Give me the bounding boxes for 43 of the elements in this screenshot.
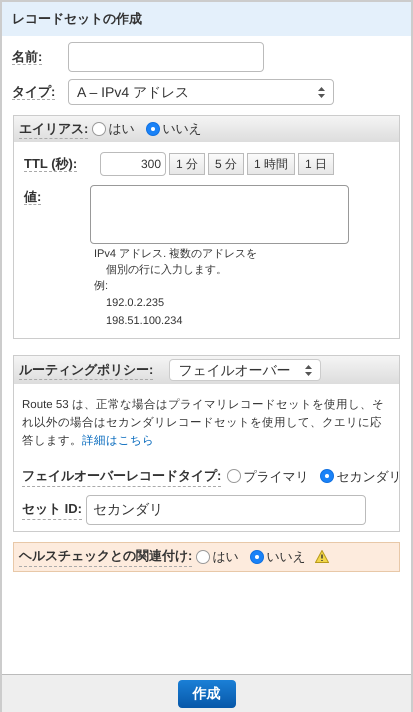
learn-more-link[interactable]: 詳細はこちら <box>82 435 154 447</box>
field-label: フェイルオーバーレコードタイプ: <box>22 466 222 486</box>
radio-label: いいえ <box>162 120 202 138</box>
field-label: タイプ: <box>12 84 56 100</box>
field-label: ルーティングポリシー: <box>19 360 154 380</box>
radio-label: はい <box>108 120 134 138</box>
radio-button[interactable] <box>320 469 334 484</box>
set-id-input[interactable]: セカンダリ <box>86 494 366 524</box>
ttl-preset-button[interactable]: 1 日 <box>298 153 334 175</box>
ttl-preset-button[interactable]: 1 分 <box>169 153 206 175</box>
ttl-preset-button[interactable]: 1 時間 <box>247 153 296 175</box>
example-value: 198.51.100.234 <box>105 314 184 329</box>
field-label: セット ID: <box>22 499 82 520</box>
radio-label: はい <box>212 548 238 566</box>
help-text: 個別の行に入力します。 <box>105 263 228 278</box>
warning-icon <box>315 550 330 563</box>
example-label: 例: <box>94 279 110 294</box>
routing-select[interactable]: フェイルオーバー <box>169 359 322 381</box>
dialog-title: レコードセットの作成 <box>12 11 142 26</box>
radio-button[interactable] <box>227 469 242 484</box>
radio-label: プライマリ <box>243 468 308 486</box>
radio-button[interactable] <box>196 550 210 564</box>
radio-button[interactable] <box>146 122 160 136</box>
field-label: TTL (秒): <box>24 156 78 172</box>
select-arrows-icon <box>318 86 325 98</box>
ttl-input[interactable]: 300 <box>100 152 166 176</box>
help-text: IPv4 アドレス. 複数のアドレスを <box>94 247 258 262</box>
name-input[interactable] <box>68 42 264 72</box>
value-textarea[interactable] <box>90 185 349 244</box>
example-value: 192.0.2.235 <box>105 296 166 311</box>
routing-description: Route 53 は、正常な場合はプライマリレコードセットを使用し、それ以外の場合はセカンダリレコードセットを使用して、クエリに応答します。詳細はこちら <box>22 397 385 449</box>
radio-label: セカンダリ <box>336 468 402 486</box>
field-label: 名前: <box>12 49 42 65</box>
type-select[interactable]: A – IPv4 アドレス <box>68 79 334 105</box>
radio-label: いいえ <box>266 548 306 566</box>
ttl-preset-button[interactable]: 5 分 <box>208 153 244 175</box>
field-label: ヘルスチェックとの関連付け: <box>19 546 192 567</box>
field-label: エイリアス: <box>19 118 88 140</box>
select-arrows-icon <box>305 364 312 376</box>
field-label: 値: <box>24 189 42 205</box>
radio-button[interactable] <box>92 122 106 136</box>
radio-button[interactable] <box>250 550 264 564</box>
create-button[interactable]: 作成 <box>178 680 236 708</box>
